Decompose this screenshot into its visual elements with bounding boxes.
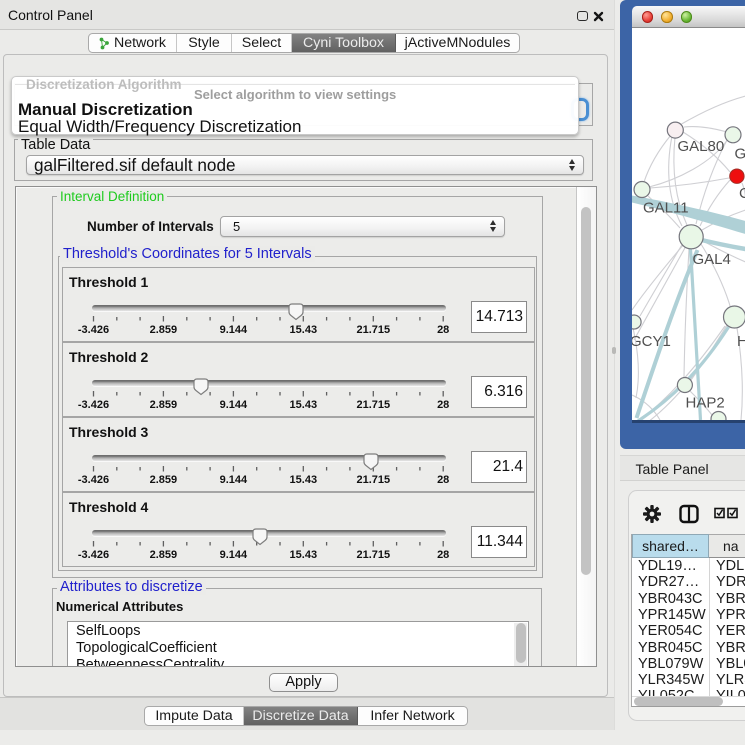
svg-text:GAL11: GAL11 [643, 200, 689, 217]
svg-text:HAP2: HAP2 [685, 395, 724, 412]
svg-text:H: H [737, 333, 745, 350]
svg-text:GAL4: GAL4 [692, 251, 730, 268]
svg-text:GCY1: GCY1 [632, 333, 671, 350]
svg-text:GAL80: GAL80 [677, 138, 724, 155]
svg-text:GA: GA [734, 146, 745, 163]
svg-text:C: C [739, 185, 745, 202]
